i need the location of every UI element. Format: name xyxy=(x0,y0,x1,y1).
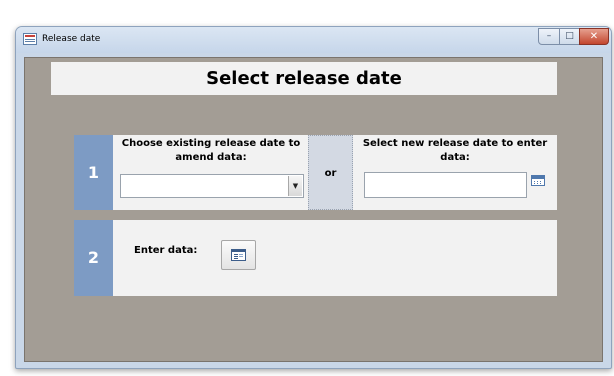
enter-data-label: Enter data: xyxy=(134,245,198,256)
section-1-number: 1 xyxy=(74,135,113,210)
section-2-panel xyxy=(113,220,557,296)
access-form-icon xyxy=(23,33,37,45)
section-2-number: 2 xyxy=(74,220,113,296)
page-title: Select release date xyxy=(51,62,557,95)
or-separator: or xyxy=(308,135,353,210)
open-form-icon xyxy=(231,249,246,261)
existing-release-date-dropdown[interactable]: ▼ xyxy=(120,174,304,198)
title-bar[interactable]: Release date – □ ✕ xyxy=(16,27,611,53)
date-picker-calendar-icon[interactable] xyxy=(531,175,545,186)
enter-data-button[interactable] xyxy=(221,240,256,270)
minimize-button[interactable]: – xyxy=(538,28,560,45)
close-button[interactable]: ✕ xyxy=(579,28,609,45)
close-icon: ✕ xyxy=(589,31,599,42)
maximize-icon: □ xyxy=(565,31,574,41)
new-release-date-input[interactable] xyxy=(364,172,527,198)
window-title: Release date xyxy=(42,34,101,44)
dropdown-arrow-icon[interactable]: ▼ xyxy=(288,176,302,196)
existing-release-date-label: Choose existing release date to amend da… xyxy=(121,138,301,163)
maximize-button[interactable]: □ xyxy=(559,28,580,45)
new-release-date-label: Select new release date to enter data: xyxy=(362,138,548,163)
minimize-icon: – xyxy=(546,31,552,41)
